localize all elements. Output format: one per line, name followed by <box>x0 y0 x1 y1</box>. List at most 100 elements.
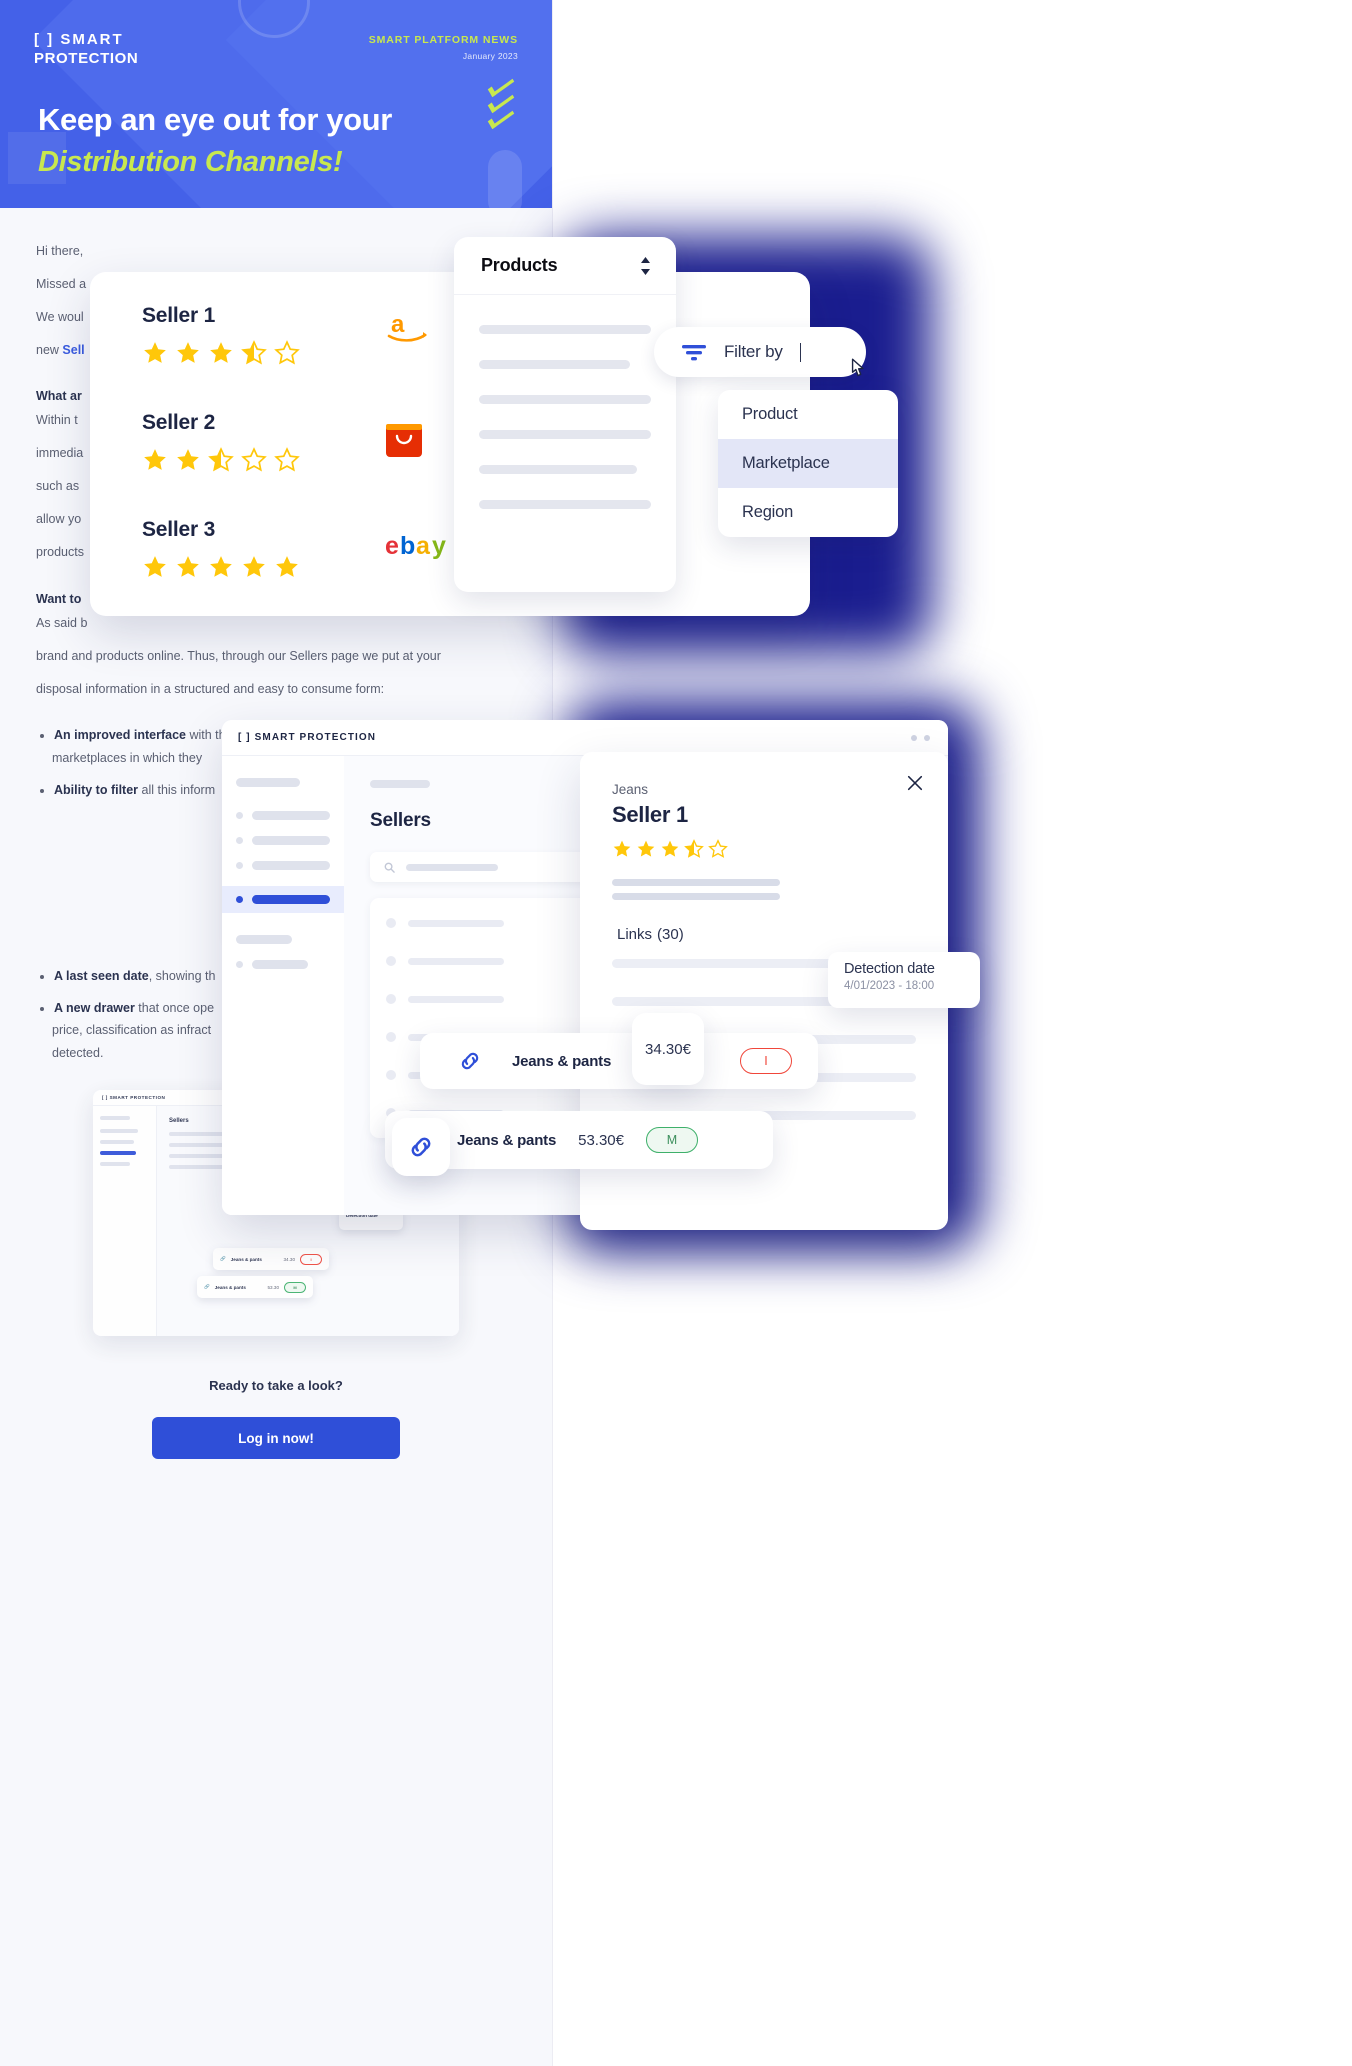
bullet-bold-0: An improved interface <box>54 727 186 742</box>
status-badge-monitored: M <box>646 1127 698 1153</box>
placeholder-row <box>479 500 651 509</box>
placeholder-bar <box>100 1140 134 1144</box>
filter-dropdown-menu[interactable]: Product Marketplace Region <box>718 390 898 537</box>
window-dot[interactable] <box>924 734 930 741</box>
placeholder-bar <box>100 1129 138 1133</box>
seller-name: Seller 3 <box>142 518 216 541</box>
placeholder-row <box>479 465 638 474</box>
login-button[interactable]: Log in now! <box>152 1417 400 1459</box>
dashboard-logo: [ ] SMART PROTECTION <box>238 732 377 743</box>
search-icon <box>384 862 395 873</box>
email-logo-line2: PROTECTION <box>34 50 139 68</box>
product-price-1: 34.30€ <box>632 1013 704 1085</box>
sidebar-item-2[interactable] <box>236 836 330 845</box>
tooltip-value: 4/01/2023 - 18:00 <box>844 980 935 992</box>
sidebar-item-sellers-active[interactable] <box>222 886 344 913</box>
products-panel-rows <box>454 295 676 509</box>
bullet-rest-1: marketplaces in which they <box>52 751 203 765</box>
star-icon-full <box>276 556 298 577</box>
bullet-bold-2: Ability to filter <box>54 782 139 797</box>
email-greeting: Hi there, <box>36 244 84 258</box>
star-icon-full <box>210 342 232 363</box>
product-row-1[interactable]: Jeans & pants I <box>420 1033 818 1089</box>
close-icon[interactable] <box>906 774 924 792</box>
sidebar-item-1[interactable] <box>236 811 330 820</box>
sidebar-item-3[interactable] <box>236 861 330 870</box>
mini-chip: M <box>284 1281 306 1293</box>
star-icon-half <box>684 839 704 858</box>
mini-app-sidebar <box>93 1106 157 1336</box>
filter-by-input[interactable]: Filter by <box>654 327 866 377</box>
mini-product-row: 🔗 Jeans & pants 34.30 I <box>213 1248 329 1270</box>
row-label <box>408 957 504 965</box>
bullet-rest-2: all this inform <box>138 782 216 797</box>
sort-updown-icon[interactable] <box>639 255 652 277</box>
email-body-7: brand and products online. Thus, through… <box>36 649 441 664</box>
product-name: Jeans & pants <box>512 1052 612 1070</box>
bullet-icon <box>236 812 243 819</box>
search-placeholder <box>406 863 498 871</box>
rating-stars <box>142 340 300 366</box>
email-sellers-link[interactable]: Sell <box>62 343 84 357</box>
products-panel-header: Products <box>454 237 676 295</box>
star-icon-full <box>177 342 199 363</box>
star-icon-half <box>208 447 234 472</box>
dashboard-sidebar <box>222 756 344 1215</box>
drawer-category: Jeans <box>612 782 649 797</box>
window-controls[interactable] <box>911 734 930 741</box>
star-icon-full <box>177 556 199 577</box>
bullet-rest-5: price, classification as infract <box>52 1023 212 1037</box>
filter-by-label: Filter by <box>724 342 783 361</box>
mini-product-price: 34.30 <box>283 1256 296 1262</box>
placeholder-row <box>479 430 651 439</box>
breadcrumb-placeholder <box>370 780 430 788</box>
bullet-rest-3: , showing th <box>148 969 216 983</box>
seller-entry[interactable]: Seller 1 <box>142 304 300 366</box>
sidebar-item-5[interactable] <box>236 960 330 969</box>
email-headline-line2: Distribution Channels! <box>38 146 343 178</box>
row-avatar <box>386 918 396 928</box>
links-label: Links <box>617 926 653 943</box>
placeholder-row <box>479 325 651 334</box>
email-headline-line1: Keep an eye out for your <box>38 102 392 137</box>
svg-text:a: a <box>416 532 431 560</box>
mini-chip: I <box>300 1253 322 1265</box>
links-count: (30) <box>657 926 684 943</box>
dashboard-titlebar: [ ] SMART PROTECTION <box>222 720 948 756</box>
status-badge-infraction: I <box>740 1048 792 1074</box>
email-body-8: disposal information in a structured and… <box>36 682 385 697</box>
row-label <box>408 919 504 927</box>
svg-text:e: e <box>385 532 399 560</box>
bullet-icon <box>236 961 243 968</box>
star-icon-half <box>241 340 267 365</box>
filter-option-marketplace[interactable]: Marketplace <box>718 439 898 488</box>
seller-entry[interactable]: Seller 3 <box>142 518 300 580</box>
star-icon-full <box>637 840 655 857</box>
email-hero-banner: [ ] SMART PROTECTION SMART PLATFORM NEWS… <box>0 0 552 208</box>
bullet-bold-4: A new drawer <box>54 1000 135 1015</box>
filter-option-product[interactable]: Product <box>718 390 898 439</box>
bullet-icon <box>236 837 243 844</box>
sellers-card: Seller 1 Seller 2 Seller 3 a e b a y <box>90 272 810 616</box>
pointer-cursor-icon <box>851 358 864 377</box>
mini-product-name: Jeans & pants <box>230 1256 262 1262</box>
marketplace-logo-aliexpress <box>385 420 423 463</box>
star-icon-full <box>661 840 679 857</box>
bullet-icon <box>236 896 243 903</box>
link-icon <box>411 1137 431 1157</box>
seller-entry[interactable]: Seller 2 <box>142 411 300 473</box>
bullet-rest-6: detected. <box>52 1045 104 1060</box>
row-label <box>408 995 504 1003</box>
filter-option-region[interactable]: Region <box>718 488 898 537</box>
rating-stars <box>142 447 300 473</box>
star-icon-full <box>243 556 265 577</box>
window-dot[interactable] <box>911 734 917 741</box>
sidebar-heading-placeholder <box>236 935 292 944</box>
placeholder-bar-active <box>100 1151 136 1155</box>
svg-text:y: y <box>432 532 446 560</box>
drawer-seller-name: Seller 1 <box>612 802 688 827</box>
email-kicker-text: SMART PLATFORM NEWS <box>368 34 518 46</box>
link-icon-button[interactable] <box>392 1118 450 1176</box>
star-icon-empty <box>241 447 267 472</box>
star-icon-full <box>144 556 166 577</box>
